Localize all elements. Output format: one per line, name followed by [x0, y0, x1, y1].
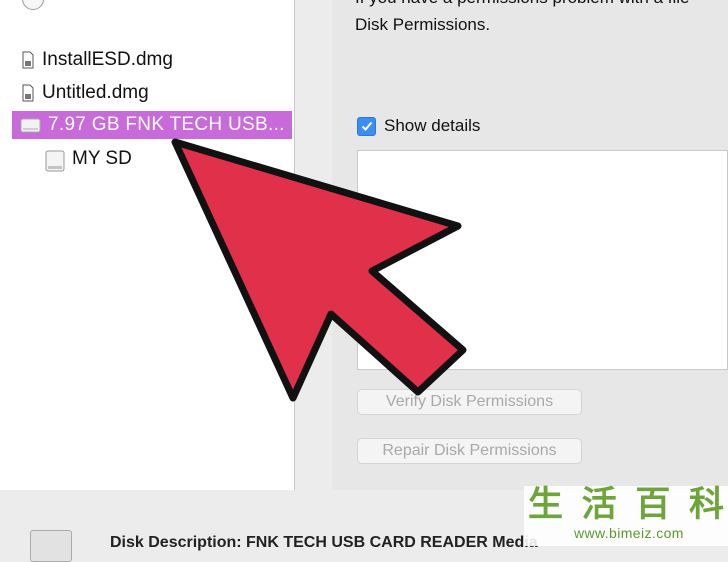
external-drive-icon	[20, 115, 42, 135]
disk-image-file-icon	[22, 84, 34, 102]
watermark-char: 科	[688, 485, 724, 524]
help-text-line-1: If you have a permissions problem with a…	[355, 0, 690, 8]
watermark-char: 活	[581, 485, 617, 524]
details-log-area[interactable]	[357, 150, 728, 370]
repair-disk-permissions-button[interactable]: Repair Disk Permissions	[357, 438, 582, 464]
watermark-char: 生	[528, 485, 564, 524]
show-details-row[interactable]: Show details	[357, 116, 480, 136]
disk-info-icon	[30, 530, 72, 562]
sidebar-item-label: 7.97 GB FNK TECH USB...	[48, 114, 285, 135]
watermark-char: 百	[635, 485, 671, 524]
volume-drive-icon	[44, 149, 66, 172]
sidebar-item-label: InstallESD.dmg	[42, 49, 173, 70]
disk-description-text: Disk Description: FNK TECH USB CARD READ…	[110, 534, 538, 551]
sidebar: InstallESD.dmg Untitled.dmg 7.97 GB FNK …	[0, 0, 295, 491]
sidebar-item-my-sd[interactable]: MY SD	[44, 145, 132, 173]
watermark-logo: 生 活 百 科	[528, 485, 724, 525]
checkmark-icon	[361, 121, 372, 131]
sidebar-item-usb-drive[interactable]: 7.97 GB FNK TECH USB...	[12, 111, 292, 139]
sidebar-partial-icon	[22, 0, 44, 10]
sidebar-item-installesd[interactable]: InstallESD.dmg	[22, 46, 173, 74]
sidebar-item-label: MY SD	[72, 148, 132, 169]
show-details-label: Show details	[384, 116, 481, 135]
sidebar-item-label: Untitled.dmg	[42, 82, 149, 103]
verify-disk-permissions-button[interactable]: Verify Disk Permissions	[357, 389, 582, 415]
disk-image-file-icon	[22, 51, 34, 69]
sidebar-item-untitled[interactable]: Untitled.dmg	[22, 79, 149, 107]
help-text-line-2: Disk Permissions.	[355, 15, 491, 34]
watermark-url: www.bimeiz.com	[574, 525, 684, 541]
show-details-checkbox[interactable]	[357, 116, 376, 136]
